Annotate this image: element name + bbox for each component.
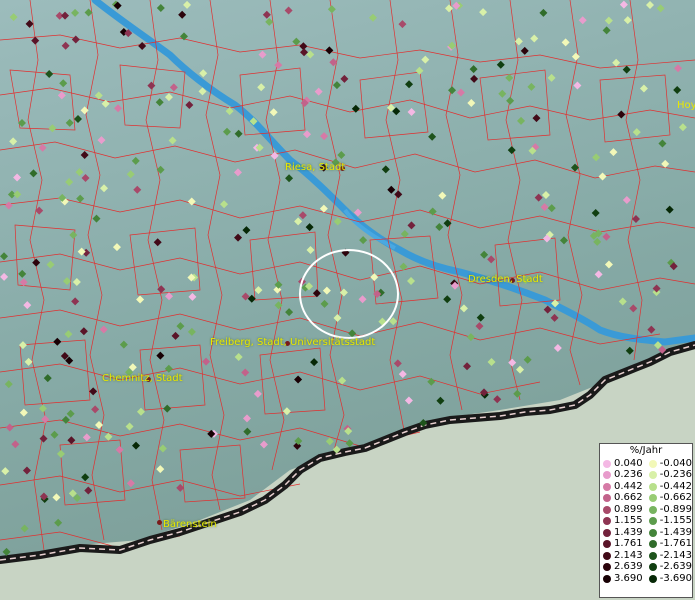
- legend-row: 0.899 -0.899: [600, 504, 692, 516]
- legend-entry-negative: -2.143: [646, 549, 692, 561]
- legend-swatch: [603, 494, 611, 503]
- legend-value: -0.899: [659, 503, 692, 515]
- legend-entry-negative: -2.639: [646, 562, 692, 572]
- legend-entry-positive: 2.143: [600, 549, 646, 561]
- legend-swatch: [603, 551, 611, 560]
- legend-entry-positive: 3.690: [600, 572, 646, 584]
- legend-value: -2.639: [659, 561, 692, 573]
- legend-entry-negative: -1.439: [646, 526, 692, 538]
- legend-swatch: [648, 563, 657, 572]
- legend-value: 3.690: [614, 572, 643, 584]
- legend-swatch: [603, 574, 611, 583]
- legend-swatch: [648, 505, 657, 514]
- legend-swatch: [648, 471, 657, 480]
- legend-row: 1.439 -1.439: [600, 527, 692, 539]
- legend-row: 2.639 -2.639: [600, 562, 692, 574]
- city-label-dresden: Dresden, Stadt: [468, 274, 543, 285]
- legend-entry-negative: -0.899: [646, 503, 692, 515]
- legend-row: 0.040 -0.040: [600, 458, 692, 470]
- legend-rows: 0.040 -0.040 0.236 -0.236 0.442 -0.442 0.662 -0…: [600, 458, 692, 585]
- legend-entry-negative: -0.040: [646, 457, 692, 469]
- legend-entry-positive: 1.439: [600, 526, 646, 538]
- legend-entry-negative: -3.690: [646, 572, 692, 584]
- legend-value: 0.442: [614, 480, 643, 492]
- legend-swatch: [603, 482, 611, 491]
- legend-value: 0.899: [614, 503, 643, 515]
- legend-value: -0.040: [659, 457, 692, 469]
- legend-entry-positive: 1.155: [600, 516, 646, 526]
- legend-value: -1.439: [659, 526, 692, 538]
- legend-swatch: [648, 551, 657, 560]
- legend-swatch: [648, 459, 657, 468]
- legend-entry-positive: 0.442: [600, 480, 646, 492]
- legend-value: 0.236: [614, 469, 643, 481]
- legend-entry-negative: -1.155: [646, 516, 692, 526]
- city-label-baerenstein: Bärenstein: [163, 519, 217, 530]
- legend-entry-positive: 0.236: [600, 470, 646, 480]
- legend-entry-positive: 2.639: [600, 562, 646, 572]
- city-marker-baerenstein: [157, 520, 162, 525]
- legend-entry-negative: -0.442: [646, 480, 692, 492]
- legend-swatch: [603, 471, 611, 480]
- search-radius-circle[interactable]: [299, 249, 399, 339]
- legend-row: 0.442 -0.442: [600, 481, 692, 493]
- legend-row: 0.236 -0.236: [600, 470, 692, 482]
- legend-swatch: [648, 528, 657, 537]
- legend-value: -0.662: [659, 492, 692, 504]
- legend-row: 1.761 -1.761: [600, 539, 692, 551]
- legend-entry-negative: -0.236: [646, 470, 692, 480]
- legend-swatch: [648, 574, 657, 583]
- legend-title: %/Jahr: [629, 445, 663, 456]
- legend: %/Jahr 0.040 -0.040 0.236 -0.236 0.442 -0.442…: [599, 443, 693, 598]
- legend-swatch: [648, 517, 657, 526]
- city-label-riesa: Riesa, Stadt: [285, 162, 346, 173]
- legend-value: -0.442: [659, 480, 692, 492]
- legend-entry-positive: 1.761: [600, 539, 646, 549]
- city-label-chemnitz: Chemnitz, Stadt: [102, 373, 183, 384]
- legend-value: -0.236: [659, 469, 692, 481]
- legend-value: 1.155: [614, 515, 643, 527]
- legend-entry-positive: 0.899: [600, 503, 646, 515]
- legend-row: 2.143 -2.143: [600, 550, 692, 562]
- legend-entry-negative: -1.761: [646, 539, 692, 549]
- legend-swatch: [603, 459, 611, 468]
- edge-city-label: Hoy: [677, 100, 695, 111]
- legend-entry-positive: 0.040: [600, 457, 646, 469]
- legend-row: 3.690 -3.690: [600, 573, 692, 585]
- legend-swatch: [603, 528, 611, 537]
- legend-row: 1.155 -1.155: [600, 516, 692, 528]
- legend-value: 0.040: [614, 457, 643, 469]
- legend-value: -1.761: [659, 538, 692, 550]
- legend-swatch: [648, 540, 657, 549]
- legend-row: 0.662 -0.662: [600, 493, 692, 505]
- legend-value: 1.439: [614, 526, 643, 538]
- legend-value: 2.639: [614, 561, 643, 573]
- legend-swatch: [603, 540, 611, 549]
- legend-swatch: [603, 563, 611, 572]
- legend-value: -3.690: [659, 572, 692, 584]
- legend-swatch: [603, 517, 611, 526]
- city-label-freiberg: Freiberg, Stadt, Universitätsstadt: [210, 337, 376, 348]
- legend-value: -2.143: [659, 549, 692, 561]
- legend-value: 2.143: [614, 549, 643, 561]
- legend-value: 1.761: [614, 538, 643, 550]
- legend-swatch: [603, 505, 611, 514]
- legend-entry-negative: -0.662: [646, 493, 692, 503]
- legend-swatch: [648, 482, 657, 491]
- map-view[interactable]: Riesa, Stadt Dresden, Stadt Freiberg, St…: [0, 0, 695, 600]
- legend-entry-positive: 0.662: [600, 493, 646, 503]
- legend-value: -1.155: [659, 515, 692, 527]
- legend-swatch: [648, 494, 657, 503]
- legend-value: 0.662: [614, 492, 643, 504]
